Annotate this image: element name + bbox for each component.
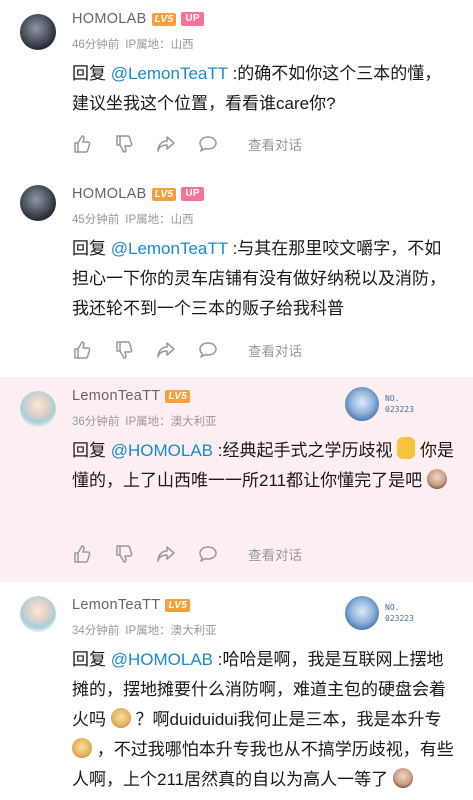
username[interactable]: LemonTeaTT — [72, 597, 160, 613]
girl-sticker-icon — [392, 768, 413, 788]
level-badge: LV5 — [151, 187, 177, 201]
doge-emoji-icon — [72, 738, 92, 758]
fan-badge-no: NO. — [385, 394, 400, 403]
comment-icon[interactable] — [198, 134, 218, 154]
reply-prefix: 回复 — [72, 64, 106, 83]
reply-item: LemonTeaTT LV5 34分钟前 IP属地：澳大利亚 NO. 02322… — [0, 586, 473, 800]
ip-location: IP属地：山西 — [125, 39, 194, 51]
reply-time: 34分钟前 — [72, 625, 120, 637]
avatar[interactable] — [20, 596, 56, 632]
ip-location: IP属地：澳大利亚 — [125, 625, 217, 637]
fan-badge-image — [345, 387, 379, 421]
mention-link[interactable]: @LemonTeaTT — [111, 64, 228, 83]
avatar[interactable] — [20, 14, 56, 50]
share-icon[interactable] — [156, 340, 176, 360]
level-badge: LV5 — [165, 389, 191, 403]
fan-badge-image — [345, 596, 379, 630]
view-conversation-link[interactable]: 查看对话 — [248, 340, 302, 360]
view-conversation-link[interactable]: 查看对话 — [248, 134, 302, 154]
mention-link[interactable]: @HOMOLAB — [111, 441, 213, 460]
fan-badge-no: NO. — [385, 603, 400, 612]
reply-item: HOMOLAB LV5 UP 46分钟前 IP属地：山西 回复 @LemonTe… — [0, 0, 473, 172]
girl-sticker-icon — [426, 469, 447, 489]
dislike-icon[interactable] — [114, 340, 134, 360]
share-icon[interactable] — [156, 134, 176, 154]
reply-time: 45分钟前 — [72, 214, 120, 226]
fan-badge: NO. 023223 — [345, 596, 427, 630]
reply-prefix: 回复 — [72, 650, 106, 669]
reply-content: 回复 @LemonTeaTT :与其在那里咬文嚼字，不如担心一下你的灵车店铺有没… — [72, 234, 457, 324]
mention-link[interactable]: @HOMOLAB — [111, 650, 213, 669]
reply-text-continued: ？啊duiduidui我何止是三本，我是本升专 — [135, 710, 442, 729]
reply-content: 回复 @HOMOLAB :经典起手式之学历歧视 你是懂的，上了山西唯一一所211… — [72, 436, 457, 496]
like-icon[interactable] — [72, 544, 92, 564]
reply-content: 回复 @HOMOLAB :哈哈是啊，我是互联网上摆地摊的，摆地摊要什么消防啊，难… — [72, 645, 457, 795]
mention-link[interactable]: @LemonTeaTT — [111, 239, 228, 258]
username[interactable]: HOMOLAB — [72, 186, 147, 202]
username[interactable]: HOMOLAB — [72, 11, 147, 27]
fan-badge-number: 023223 — [385, 405, 414, 414]
fan-badge-number: 023223 — [385, 614, 414, 623]
action-bar: 查看对话 — [72, 544, 302, 564]
thumbs-up-emoji-icon — [397, 437, 416, 459]
reply-time: 46分钟前 — [72, 39, 120, 51]
action-bar: 查看对话 — [72, 134, 302, 154]
reply-content: 回复 @LemonTeaTT :的确不如你这个三本的懂，建议坐我这个位置，看看谁… — [72, 59, 457, 119]
ip-location: IP属地：山西 — [125, 214, 194, 226]
fan-badge: NO. 023223 — [345, 387, 427, 421]
view-conversation-link[interactable]: 查看对话 — [248, 544, 302, 564]
dislike-icon[interactable] — [114, 134, 134, 154]
avatar[interactable] — [20, 185, 56, 221]
level-badge: LV5 — [165, 598, 191, 612]
ip-location: IP属地：澳大利亚 — [125, 416, 217, 428]
reply-prefix: 回复 — [72, 239, 106, 258]
level-badge: LV5 — [151, 12, 177, 26]
comment-icon[interactable] — [198, 544, 218, 564]
reply-time: 36分钟前 — [72, 416, 120, 428]
like-icon[interactable] — [72, 340, 92, 360]
up-badge: UP — [181, 12, 204, 26]
doge-emoji-icon — [110, 708, 131, 728]
reply-text: :经典起手式之学历歧视 — [217, 441, 393, 460]
dislike-icon[interactable] — [114, 544, 134, 564]
reply-item-highlighted: LemonTeaTT LV5 36分钟前 IP属地：澳大利亚 NO. 02322… — [0, 377, 473, 582]
username[interactable]: LemonTeaTT — [72, 388, 160, 404]
comment-icon[interactable] — [198, 340, 218, 360]
up-badge: UP — [181, 187, 204, 201]
avatar[interactable] — [20, 391, 56, 427]
reply-prefix: 回复 — [72, 441, 106, 460]
action-bar: 查看对话 — [72, 340, 302, 360]
share-icon[interactable] — [156, 544, 176, 564]
reply-item: HOMOLAB LV5 UP 45分钟前 IP属地：山西 回复 @LemonTe… — [0, 175, 473, 375]
like-icon[interactable] — [72, 134, 92, 154]
